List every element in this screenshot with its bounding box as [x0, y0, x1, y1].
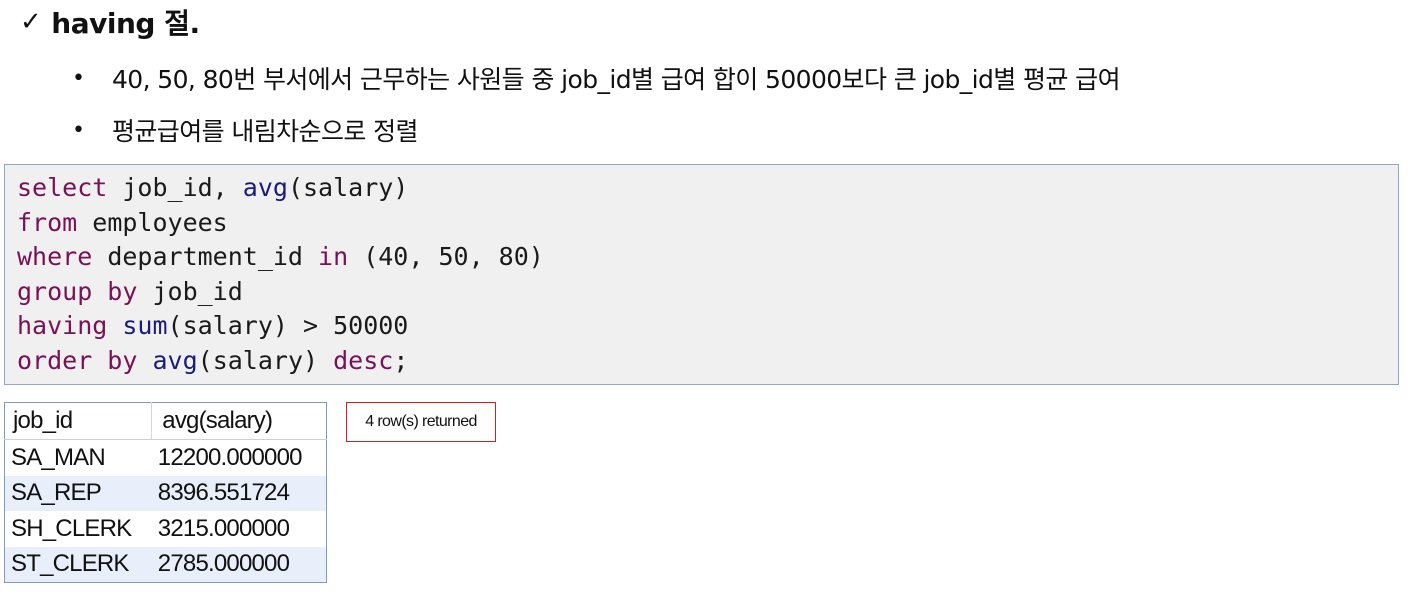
- code-line: group by job_id: [17, 275, 1398, 310]
- sql-text: department_id: [92, 242, 319, 272]
- cell-job-id[interactable]: SA_REP: [4, 475, 152, 511]
- table-row[interactable]: SA_MAN 12200.000000: [5, 440, 327, 476]
- sql-keyword: from: [17, 207, 78, 237]
- column-header-job-id[interactable]: job_id: [4, 402, 152, 440]
- bullet-text: 평균급여를 내림차순으로 정렬: [112, 117, 419, 146]
- cell-job-id[interactable]: ST_CLERK: [4, 546, 152, 583]
- bullet-icon: •: [72, 117, 85, 143]
- rows-returned-badge: 4 row(s) returned: [346, 402, 496, 442]
- cell-avg-salary[interactable]: 2785.000000: [151, 546, 327, 583]
- table-row[interactable]: SH_CLERK 3215.000000: [5, 511, 327, 547]
- code-line: select job_id, avg(salary): [17, 171, 1398, 206]
- table-row[interactable]: ST_CLERK 2785.000000: [4, 546, 327, 583]
- cell-avg-salary[interactable]: 3215.000000: [152, 511, 327, 547]
- sql-text: (salary) > 50000: [167, 311, 409, 341]
- table-row[interactable]: SA_REP 8396.551724: [4, 475, 327, 511]
- cell-avg-salary[interactable]: 12200.000000: [152, 440, 327, 476]
- sql-keyword: select: [17, 173, 108, 202]
- sql-function: avg: [242, 173, 288, 202]
- code-line: order by avg(salary) desc;: [17, 344, 1398, 379]
- sql-text: employees: [77, 207, 228, 237]
- sql-text: (salary): [197, 345, 334, 375]
- sql-code-block[interactable]: select job_id, avg(salary) from employees…: [4, 164, 1399, 385]
- sql-keyword: having: [17, 311, 108, 341]
- code-line: where department_id in (40, 50, 80): [17, 240, 1398, 275]
- sql-keyword: group by: [17, 276, 138, 306]
- cell-avg-salary[interactable]: 8396.551724: [151, 475, 327, 511]
- section-heading: ✓ having 절.: [20, 2, 200, 42]
- bullet-icon: •: [72, 65, 85, 91]
- sql-text: (40, 50, 80): [348, 242, 544, 272]
- sql-text: ;: [393, 345, 409, 375]
- sql-keyword: desc: [333, 345, 394, 375]
- code-line: from employees: [17, 206, 1398, 241]
- sql-function: sum: [122, 311, 168, 341]
- code-line: having sum(salary) > 50000: [17, 309, 1398, 344]
- sql-text: job_id: [137, 276, 243, 306]
- sql-keyword: order by: [17, 345, 138, 375]
- cell-job-id[interactable]: SH_CLERK: [5, 511, 152, 547]
- sql-keyword: in: [318, 242, 349, 272]
- checkmark-icon: ✓: [20, 7, 42, 37]
- bullet-item: • 40, 50, 80번 부서에서 근무하는 사원들 중 job_id별 급여…: [72, 52, 1121, 104]
- bullet-text: 40, 50, 80번 부서에서 근무하는 사원들 중 job_id별 급여 합…: [112, 65, 1121, 94]
- bullet-item: • 평균급여를 내림차순으로 정렬: [72, 104, 1120, 156]
- bullet-list: • 40, 50, 80번 부서에서 근무하는 사원들 중 job_id별 급여…: [72, 52, 1121, 156]
- sql-text: job_id,: [107, 173, 243, 202]
- cell-job-id[interactable]: SA_MAN: [5, 440, 152, 476]
- result-header-row: job_id avg(salary): [4, 402, 327, 440]
- result-grid[interactable]: job_id avg(salary) SA_MAN 12200.000000 S…: [4, 402, 327, 583]
- sql-keyword: where: [17, 242, 93, 272]
- sql-text: (salary): [287, 173, 409, 202]
- heading-title: having 절.: [51, 7, 200, 40]
- sql-function: avg: [152, 345, 198, 375]
- column-header-avg-salary[interactable]: avg(salary): [151, 402, 327, 440]
